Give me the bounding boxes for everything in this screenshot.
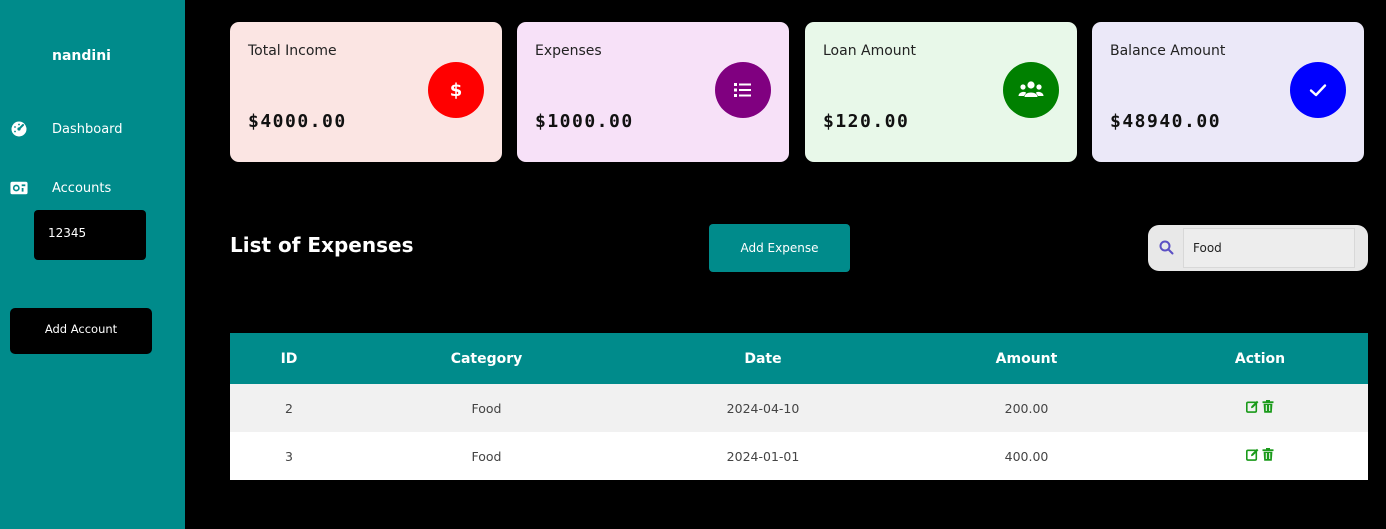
card-title: Expenses	[535, 43, 602, 59]
expenses-table: ID Category Date Amount Action 2 Food 20…	[230, 333, 1368, 480]
cell-date: 2024-04-10	[726, 400, 800, 416]
header-category: Category	[450, 350, 523, 367]
edit-icon[interactable]	[1246, 448, 1259, 461]
card-title: Total Income	[248, 43, 337, 59]
card-amount: $120.00	[823, 111, 910, 132]
expenses-card: Expenses $1000.00	[517, 22, 789, 162]
add-account-button[interactable]: Add Account	[10, 308, 152, 354]
list-icon	[715, 62, 771, 118]
users-icon	[1003, 62, 1059, 118]
cell-amount: 200.00	[1004, 400, 1049, 416]
search-icon	[1159, 240, 1174, 259]
header-action: Action	[1234, 350, 1286, 367]
header-date: Date	[744, 350, 782, 367]
check-icon	[1290, 62, 1346, 118]
money-bill-icon	[10, 179, 28, 197]
balance-amount-card: Balance Amount $48940.00	[1092, 22, 1364, 162]
card-amount: $1000.00	[535, 111, 634, 132]
sidebar: nandini Dashboard Accounts 12345 Add Acc…	[0, 0, 185, 529]
list-title: List of Expenses	[230, 233, 414, 257]
cell-amount: 400.00	[1004, 448, 1049, 464]
sidebar-item-label: Accounts	[52, 180, 112, 196]
edit-icon[interactable]	[1246, 400, 1259, 413]
card-title: Balance Amount	[1110, 43, 1226, 59]
header-amount: Amount	[995, 350, 1058, 367]
sidebar-item-dashboard[interactable]: Dashboard	[10, 120, 123, 138]
total-income-card: Total Income $4000.00 $	[230, 22, 502, 162]
table-header: ID Category Date Amount Action	[230, 333, 1368, 384]
cell-id: 3	[285, 448, 293, 464]
search-box	[1148, 225, 1368, 271]
loan-amount-card: Loan Amount $120.00	[805, 22, 1077, 162]
sidebar-item-accounts[interactable]: Accounts	[10, 179, 111, 197]
cell-action	[1152, 448, 1368, 464]
cell-category: Food	[471, 400, 502, 416]
svg-text:$: $	[450, 80, 463, 101]
sidebar-item-label: Dashboard	[52, 121, 123, 137]
sidebar-username: nandini	[52, 48, 111, 64]
cell-id: 2	[285, 400, 293, 416]
cell-action	[1152, 400, 1368, 416]
table-row: 3 Food 2024-01-01 400.00	[230, 432, 1368, 480]
add-expense-button[interactable]: Add Expense	[709, 224, 850, 272]
account-number-item[interactable]: 12345	[34, 210, 146, 260]
card-title: Loan Amount	[823, 43, 917, 59]
trash-icon[interactable]	[1262, 448, 1274, 461]
cell-date: 2024-01-01	[726, 448, 800, 464]
dashboard-gauge-icon	[10, 120, 28, 138]
dollar-icon: $	[428, 62, 484, 118]
table-row: 2 Food 2024-04-10 200.00	[230, 384, 1368, 432]
search-input[interactable]	[1183, 228, 1355, 268]
cell-category: Food	[471, 448, 502, 464]
header-id: ID	[280, 350, 298, 367]
card-amount: $4000.00	[248, 111, 347, 132]
card-amount: $48940.00	[1110, 111, 1222, 132]
trash-icon[interactable]	[1262, 400, 1274, 413]
